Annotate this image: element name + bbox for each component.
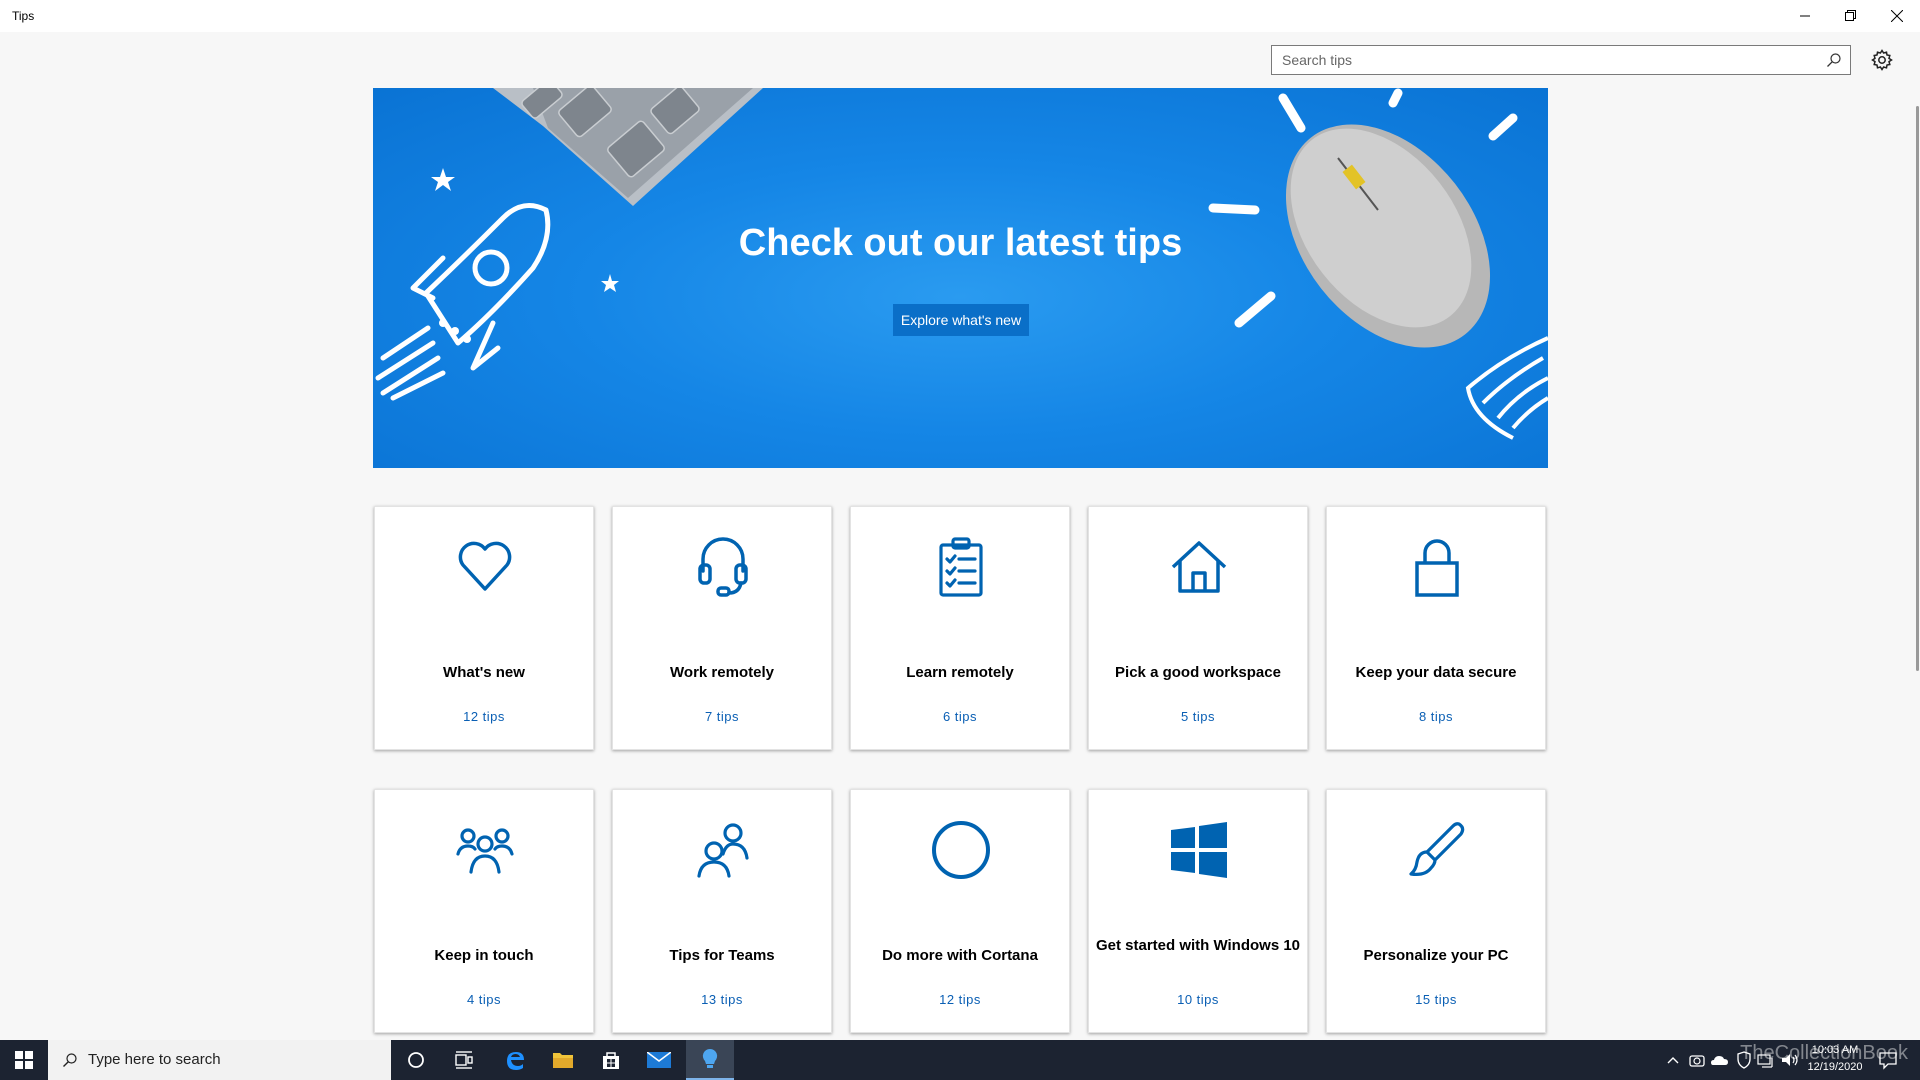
card-tip-count: 5 tips: [1180, 709, 1216, 724]
people-group-icon: [456, 828, 514, 874]
headset-icon: [698, 537, 748, 597]
search-box[interactable]: [1271, 45, 1851, 75]
card-tip-count: 6 tips: [942, 709, 978, 724]
mail-icon: [647, 1052, 671, 1068]
card-title: What's new: [443, 664, 525, 681]
file-explorer-icon: [553, 1053, 573, 1068]
cortana-circle-icon: [932, 821, 990, 879]
tip-card-whats-new[interactable]: What's new 12 tips: [374, 506, 594, 750]
card-title: Keep in touch: [434, 947, 534, 964]
search-icon[interactable]: [1826, 52, 1842, 68]
card-tip-count: 8 tips: [1418, 709, 1454, 724]
cortana-button[interactable]: [392, 1040, 440, 1080]
explore-whats-new-button[interactable]: Explore what's new: [893, 304, 1029, 336]
card-title: Do more with Cortana: [882, 947, 1038, 964]
camera-tray-icon[interactable]: [1688, 1050, 1706, 1070]
hero-banner: Check out our latest tips Explore what's…: [373, 88, 1548, 468]
card-tip-count: 12 tips: [939, 992, 981, 1007]
card-title: Tips for Teams: [669, 947, 775, 964]
action-center-notification-icon[interactable]: [1878, 1050, 1898, 1070]
card-title: Work remotely: [670, 664, 774, 681]
settings-gear-icon[interactable]: [1870, 48, 1894, 72]
card-title: Get started with Windows 10: [1095, 937, 1301, 954]
tip-card-personalize-your-pc[interactable]: Personalize your PC 15 tips: [1326, 789, 1546, 1033]
card-tip-count: 13 tips: [701, 992, 743, 1007]
store-bag-icon: [603, 1052, 619, 1069]
minimize-icon: [1800, 15, 1810, 17]
close-icon: [1891, 10, 1903, 22]
close-button[interactable]: [1874, 0, 1920, 32]
title-bar: Tips: [0, 0, 1920, 32]
home-icon: [1171, 541, 1227, 593]
restore-icon: [1845, 10, 1856, 21]
minimize-button[interactable]: [1782, 0, 1828, 32]
paintbrush-icon: [1409, 822, 1465, 876]
cortana-circle-icon: [408, 1052, 424, 1068]
card-title: Keep your data secure: [1355, 664, 1517, 681]
lock-icon: [1415, 539, 1459, 597]
people-pair-icon: [697, 823, 749, 878]
vertical-scrollbar[interactable]: [1916, 106, 1919, 671]
hero-title: Check out our latest tips: [738, 222, 1183, 264]
card-tip-count: 15 tips: [1415, 992, 1457, 1007]
taskbar-search-box[interactable]: Type here to search: [48, 1040, 391, 1080]
restore-button[interactable]: [1828, 0, 1874, 32]
onedrive-cloud-icon[interactable]: [1710, 1050, 1730, 1070]
edge-browser-icon: [507, 1052, 524, 1070]
card-title: Pick a good workspace: [1115, 664, 1281, 681]
windows-logo-icon: [1171, 822, 1227, 878]
show-hidden-icons-chevron-icon[interactable]: [1666, 1050, 1680, 1070]
hand-illustration: [1465, 336, 1548, 440]
tip-card-pick-a-good-workspace[interactable]: Pick a good workspace 5 tips: [1088, 506, 1308, 750]
taskbar-tips[interactable]: [686, 1040, 734, 1080]
tip-card-work-remotely[interactable]: Work remotely 7 tips: [612, 506, 832, 750]
tip-card-learn-remotely[interactable]: Learn remotely 6 tips: [850, 506, 1070, 750]
card-tip-count: 12 tips: [463, 709, 505, 724]
card-tip-count: 10 tips: [1177, 992, 1219, 1007]
taskbar-file-explorer[interactable]: [539, 1040, 587, 1080]
card-title: Personalize your PC: [1363, 947, 1509, 964]
app-title: Tips: [12, 9, 35, 23]
clipboard-checklist-icon: [939, 537, 983, 597]
hero-illustration: [375, 88, 1548, 440]
tip-card-do-more-with-cortana[interactable]: Do more with Cortana 12 tips: [850, 789, 1070, 1033]
taskbar-search-placeholder: Type here to search: [88, 1051, 221, 1068]
taskbar-store[interactable]: [587, 1040, 635, 1080]
tip-card-keep-in-touch[interactable]: Keep in touch 4 tips: [374, 789, 594, 1033]
card-tip-count: 4 tips: [466, 992, 502, 1007]
card-tip-count: 7 tips: [704, 709, 740, 724]
start-button[interactable]: [0, 1040, 48, 1080]
tip-card-tips-for-teams[interactable]: Tips for Teams 13 tips: [612, 789, 832, 1033]
taskbar-mail[interactable]: [635, 1040, 683, 1080]
tip-card-get-started-with-windows-10[interactable]: Get started with Windows 10 10 tips: [1088, 789, 1308, 1033]
tip-card-keep-your-data-secure[interactable]: Keep your data secure 8 tips: [1326, 506, 1546, 750]
card-title: Learn remotely: [906, 664, 1014, 681]
keyboard-illustration: [493, 88, 763, 206]
task-view-button[interactable]: [440, 1040, 488, 1080]
heart-icon: [458, 541, 512, 591]
windows-start-icon: [15, 1051, 33, 1069]
task-view-icon: [455, 1051, 473, 1069]
search-icon: [63, 1053, 77, 1067]
search-input[interactable]: [1272, 46, 1832, 74]
taskbar-edge[interactable]: [491, 1040, 539, 1080]
tips-lightbulb-icon: [702, 1048, 718, 1068]
